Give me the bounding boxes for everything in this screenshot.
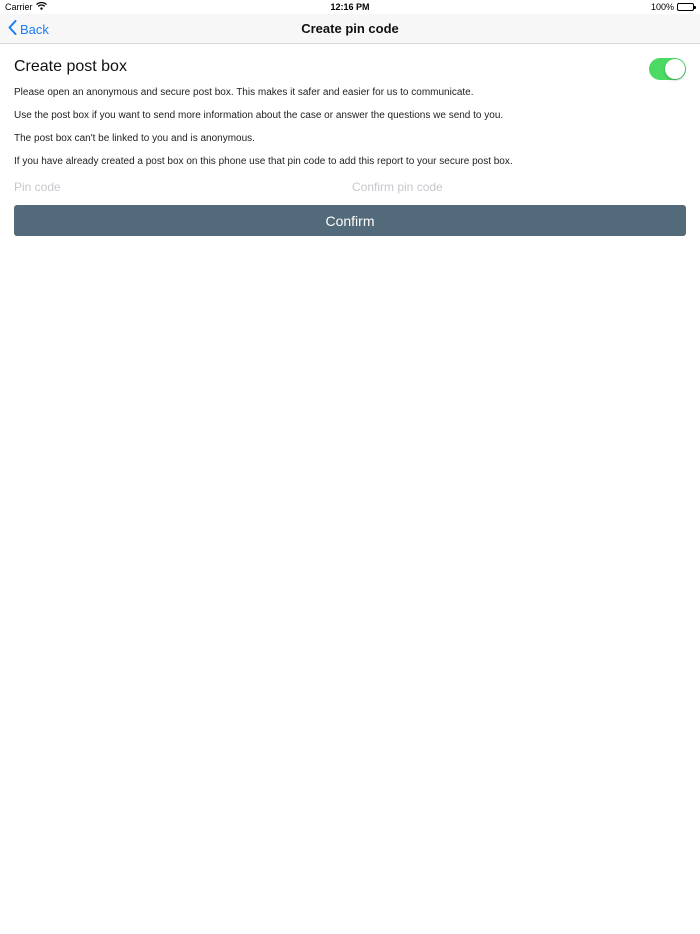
confirm-button[interactable]: Confirm	[14, 205, 686, 236]
confirm-pin-code-input[interactable]	[352, 178, 686, 196]
section-title: Create post box	[14, 58, 127, 75]
info-paragraph-3: The post box can't be linked to you and …	[14, 133, 255, 144]
status-right: 100%	[650, 2, 696, 12]
info-paragraph-4: If you have already created a post box o…	[14, 156, 513, 167]
status-time: 12:16 PM	[330, 2, 370, 12]
create-post-box-toggle[interactable]	[649, 58, 686, 80]
pin-code-input[interactable]	[14, 178, 344, 196]
toggle-knob	[665, 59, 685, 79]
info-paragraph-1: Please open an anonymous and secure post…	[14, 87, 474, 98]
battery-percent: 100%	[650, 2, 674, 12]
battery-icon	[677, 3, 696, 11]
info-paragraph-2: Use the post box if you want to send mor…	[14, 110, 504, 121]
status-bar: Carrier 12:16 PM 100%	[0, 0, 700, 14]
page-title: Create pin code	[301, 21, 399, 36]
navigation-bar: Back Create pin code	[0, 14, 700, 44]
